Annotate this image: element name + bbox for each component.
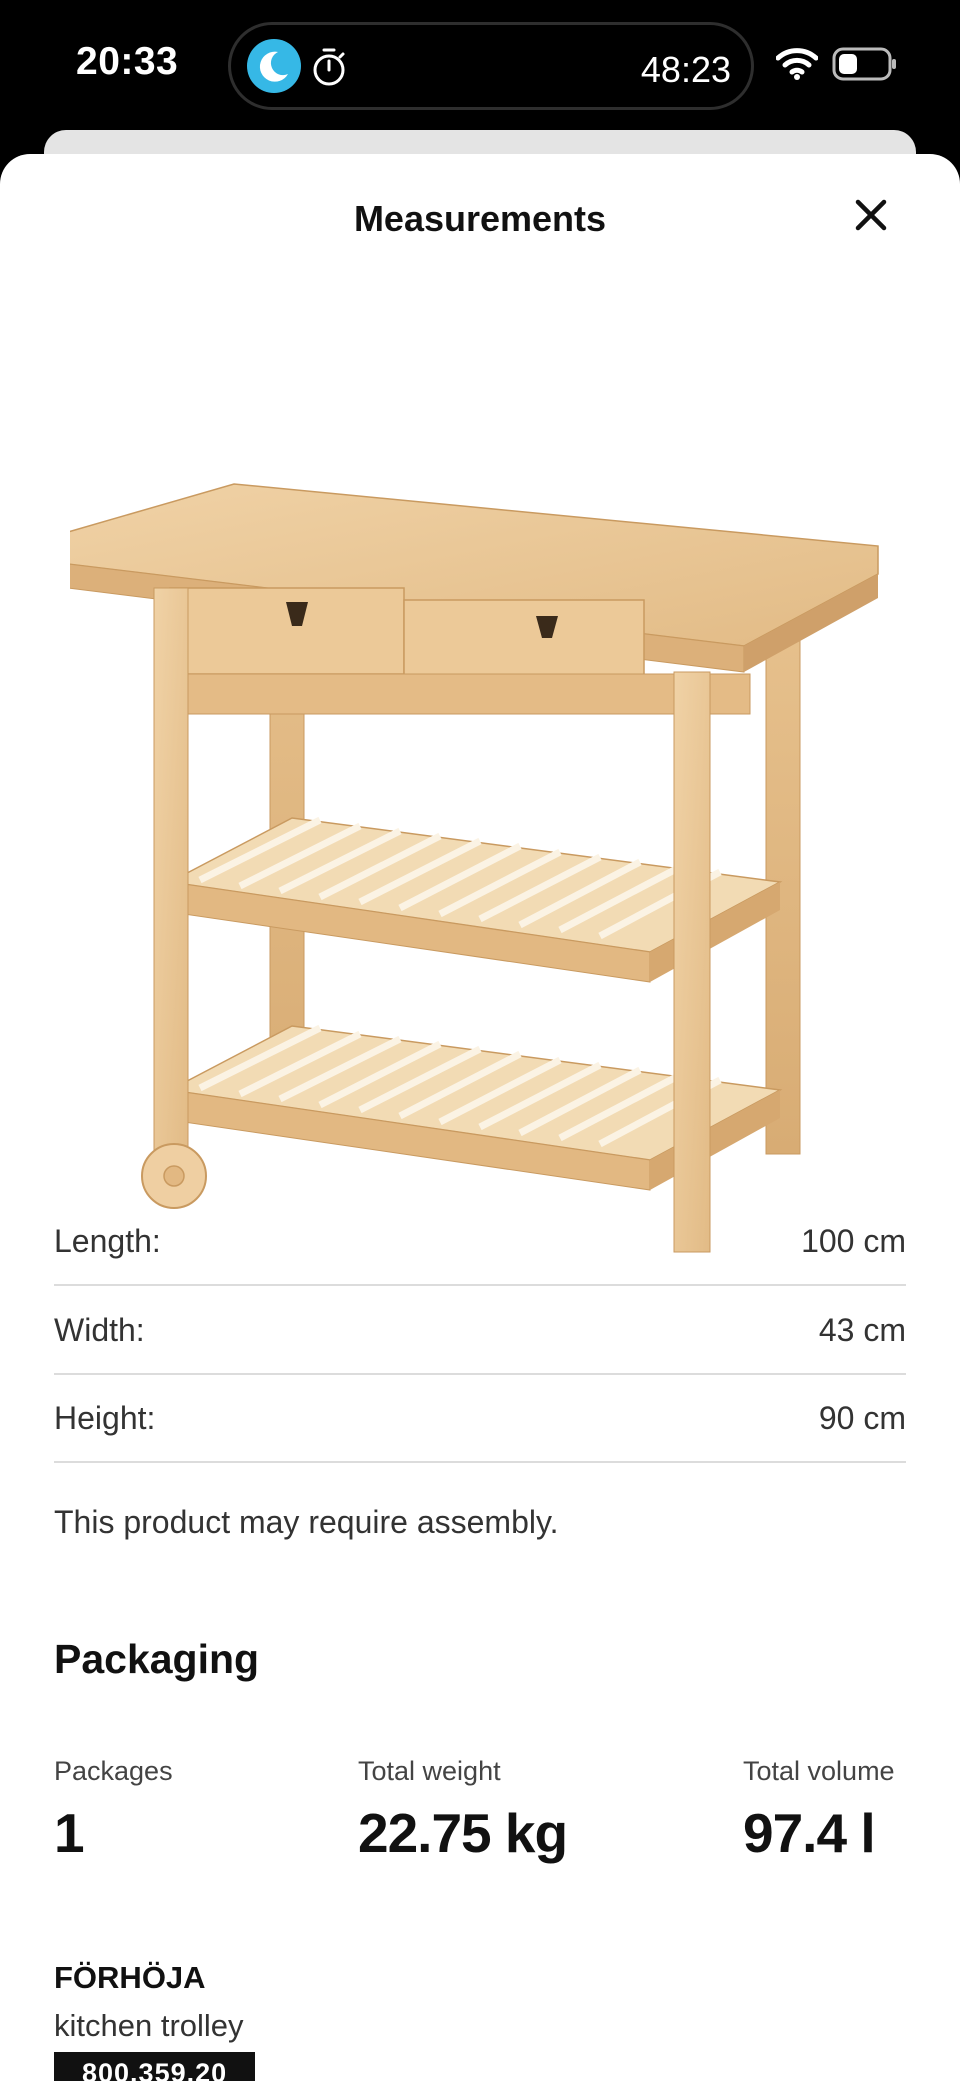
weight-label: Total weight <box>358 1756 501 1786</box>
status-time: 20:33 <box>76 40 179 83</box>
packages-stat: Packages 1 <box>54 1756 173 1865</box>
measurement-value: 100 cm <box>801 1222 906 1259</box>
volume-label: Total volume <box>743 1756 895 1786</box>
measurement-value: 43 cm <box>818 1311 906 1348</box>
battery-icon <box>832 47 896 81</box>
measurement-label: Height: <box>54 1399 156 1436</box>
close-button[interactable] <box>848 192 894 238</box>
measurement-row-width: Width: 43 cm <box>54 1287 906 1375</box>
sheet-title: Measurements <box>353 198 607 239</box>
moon-icon <box>247 39 301 93</box>
packages-label: Packages <box>54 1756 173 1786</box>
close-icon <box>855 199 887 231</box>
status-bar: 20:33 48:23 <box>0 0 960 130</box>
weight-value: 22.75 kg <box>358 1802 568 1864</box>
island-timer: 48:23 <box>640 49 731 90</box>
packages-value: 1 <box>54 1802 85 1864</box>
measurement-label: Length: <box>54 1222 161 1259</box>
product-image <box>70 483 879 1253</box>
measurement-row-height: Height: 90 cm <box>54 1375 906 1463</box>
volume-stat: Total volume 97.4 l <box>743 1756 895 1865</box>
measurement-row-length: Length: 100 cm <box>54 1198 906 1286</box>
product-description: kitchen trolley <box>54 2008 244 2043</box>
packaging-title: Packaging <box>54 1636 260 1682</box>
measurements-sheet: Measurements Length: 100 cm Width: 43 cm… <box>0 154 960 2081</box>
weight-stat: Total weight 22.75 kg <box>358 1756 568 1865</box>
product-name: FÖRHÖJA <box>54 1960 206 1995</box>
dynamic-island[interactable]: 48:23 <box>228 22 754 110</box>
article-number-badge: 800.359.20 <box>54 2052 256 2081</box>
wifi-icon <box>776 48 818 80</box>
measurement-label: Width: <box>54 1311 145 1348</box>
measurement-value: 90 cm <box>818 1399 906 1436</box>
timer-icon <box>313 48 345 86</box>
volume-value: 97.4 l <box>743 1802 876 1864</box>
assembly-note: This product may require assembly. <box>54 1504 559 1540</box>
